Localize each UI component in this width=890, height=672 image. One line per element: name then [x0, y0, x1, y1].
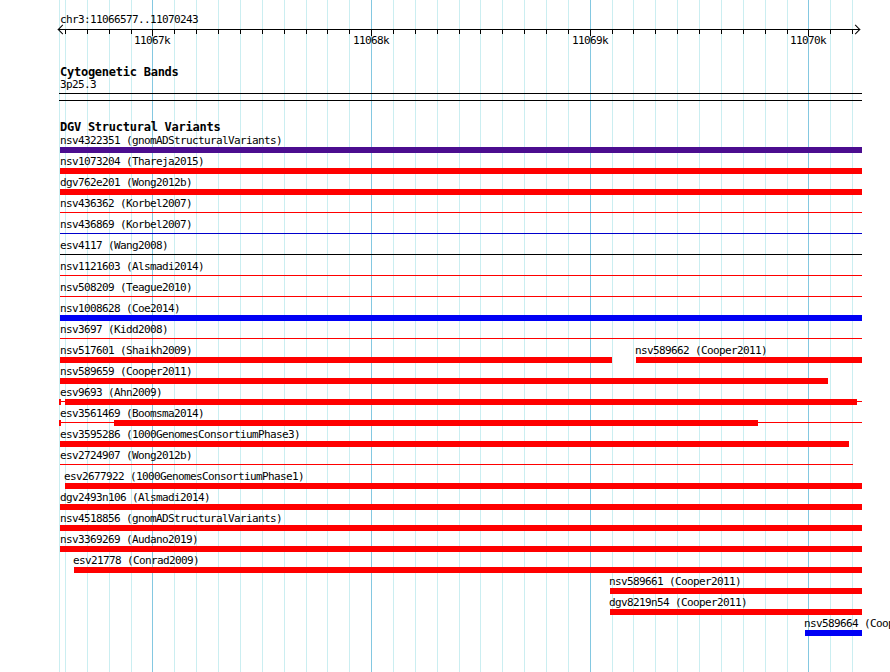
variant-label[interactable]: nsv589661 (Cooper2011) [609, 577, 741, 587]
variant-bar[interactable] [60, 504, 862, 510]
variant-bar[interactable] [60, 525, 862, 531]
ruler-minor-tick [306, 29, 307, 34]
variant-label[interactable]: esv3561469 (Boomsma2014) [60, 409, 204, 419]
variant-label[interactable]: esv9693 (Ahn2009) [60, 388, 162, 398]
variant-bar[interactable] [65, 483, 862, 489]
variant-bar[interactable] [610, 609, 862, 615]
variant-label[interactable]: dgv2493n106 (Alsmadi2014) [60, 493, 210, 503]
ruler-minor-tick [852, 29, 853, 34]
variant-label[interactable]: esv21778 (Conrad2009) [73, 556, 199, 566]
ruler-minor-tick [480, 29, 481, 34]
ruler-minor-tick [546, 29, 547, 34]
variant-label[interactable]: nsv436869 (Korbel2007) [60, 220, 192, 230]
ruler-minor-tick [437, 29, 438, 34]
variant-label[interactable]: nsv589662 (Cooper2011) [635, 346, 767, 356]
variant-label[interactable]: nsv3697 (Kidd2008) [60, 325, 168, 335]
ruler-minor-tick [327, 29, 328, 34]
ruler-minor-tick [218, 29, 219, 34]
variant-bar[interactable] [805, 630, 862, 636]
variant-bar[interactable] [60, 378, 828, 384]
variant-bar[interactable] [60, 168, 862, 174]
variant-bar[interactable] [60, 441, 849, 447]
variant-label[interactable]: nsv1073204 (Thareja2015) [60, 157, 204, 167]
variant-label[interactable]: nsv1008628 (Coe2014) [60, 304, 180, 314]
ruler-tick-label: 11069k [570, 36, 610, 46]
ruler-tick-label: 11070k [788, 36, 828, 46]
ruler-minor-tick [459, 29, 460, 34]
variant-bar[interactable] [60, 212, 862, 213]
ruler-minor-tick [284, 29, 285, 34]
ruler-minor-tick [612, 29, 613, 34]
ruler-minor-tick [240, 29, 241, 34]
variant-label[interactable]: esv2724907 (Wong2012b) [60, 451, 192, 461]
ruler-minor-tick [349, 29, 350, 34]
ruler-tick-label: 11067k [132, 36, 172, 46]
variant-label[interactable]: esv2677922 (1000GenomesConsortiumPhase1) [64, 472, 304, 482]
variant-bar[interactable] [60, 233, 862, 234]
variant-bar[interactable] [60, 147, 862, 153]
cytoband-label[interactable]: 3p25.3 [60, 80, 96, 90]
variant-bar[interactable] [636, 357, 862, 363]
variant-label[interactable]: esv4117 (Wang2008) [60, 241, 168, 251]
ruler-minor-tick [109, 29, 110, 34]
ruler-minor-tick [87, 29, 88, 34]
variant-label[interactable]: nsv517601 (Shaikh2009) [60, 346, 192, 356]
variant-label[interactable]: dgv762e201 (Wong2012b) [60, 178, 192, 188]
ruler-minor-tick [677, 29, 678, 34]
variant-bar[interactable] [114, 420, 758, 426]
variant-bar[interactable] [65, 399, 857, 405]
ruler-minor-tick [196, 29, 197, 34]
variant-whisker-line[interactable] [857, 401, 862, 402]
ruler-minor-tick [502, 29, 503, 34]
ruler-minor-tick [743, 29, 744, 34]
variant-whisker-tick[interactable] [59, 399, 61, 405]
variant-label[interactable]: nsv589659 (Cooper2011) [60, 367, 192, 377]
variant-label[interactable]: dgv8219n54 (Cooper2011) [609, 598, 747, 608]
ruler-minor-tick [655, 29, 656, 34]
variant-bar[interactable] [74, 567, 862, 573]
variant-bar[interactable] [610, 588, 862, 594]
cytoband-bottom-line [59, 100, 862, 101]
variant-bar[interactable] [60, 254, 862, 255]
variant-label[interactable]: nsv508209 (Teague2010) [60, 283, 192, 293]
ruler-minor-tick [415, 29, 416, 34]
variant-bar[interactable] [60, 357, 612, 363]
variant-whisker-line[interactable] [60, 422, 114, 423]
variant-label[interactable]: nsv3369269 (Audano2019) [60, 535, 198, 545]
ruler-minor-tick [262, 29, 263, 34]
variant-label[interactable]: esv3595286 (1000GenomesConsortiumPhase3) [60, 430, 300, 440]
ruler-minor-tick [393, 29, 394, 34]
ruler-minor-tick [765, 29, 766, 34]
variant-label[interactable]: nsv589664 (Cooper2011) [804, 619, 890, 629]
variant-label[interactable]: nsv4322351 (gnomADStructuralVariants) [60, 136, 282, 146]
ruler-minor-tick [568, 29, 569, 34]
variant-label[interactable]: nsv1121603 (Alsmadi2014) [60, 262, 204, 272]
variant-bar[interactable] [60, 189, 862, 195]
variant-bar[interactable] [60, 315, 862, 321]
variant-bar[interactable] [60, 546, 862, 552]
section-title-dgv: DGV Structural Variants [60, 122, 220, 132]
variant-whisker-tick[interactable] [59, 420, 61, 426]
variant-bar[interactable] [60, 338, 862, 339]
ruler-minor-tick [721, 29, 722, 34]
variant-bar[interactable] [60, 296, 862, 297]
variant-whisker-line[interactable] [758, 422, 862, 423]
ruler-minor-tick [174, 29, 175, 34]
variant-bar[interactable] [60, 464, 853, 465]
variant-bar[interactable] [60, 275, 862, 276]
variant-label[interactable]: nsv4518856 (gnomADStructuralVariants) [60, 514, 282, 524]
ruler-minor-tick [830, 29, 831, 34]
cytoband-top-line [59, 93, 862, 94]
ruler-minor-tick [633, 29, 634, 34]
region-label: chr3:11066577..11070243 [60, 15, 198, 25]
ruler-minor-tick [131, 29, 132, 34]
ruler-tick-label: 11068k [351, 36, 391, 46]
ruler-minor-tick [787, 29, 788, 34]
ruler-minor-tick [699, 29, 700, 34]
variant-label[interactable]: nsv436362 (Korbel2007) [60, 199, 192, 209]
ruler-minor-tick [524, 29, 525, 34]
ruler-minor-tick [65, 29, 66, 34]
section-title-cytogenetic: Cytogenetic Bands [60, 67, 179, 77]
